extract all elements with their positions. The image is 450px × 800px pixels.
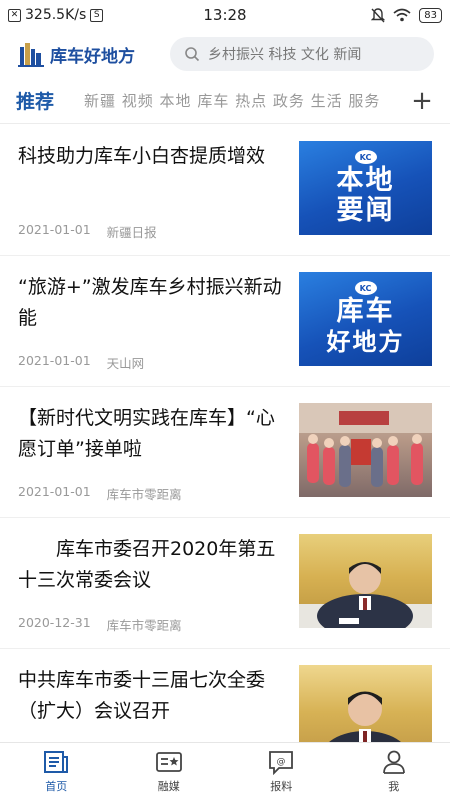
news-title: 库车市委召开2020年第五十三次常委会议 xyxy=(18,538,276,591)
news-date: 2021-01-01 xyxy=(18,484,91,499)
wifi-icon xyxy=(393,8,411,22)
thumbnail-text: 本地 xyxy=(336,165,395,196)
clock: 13:28 xyxy=(203,6,247,24)
notification-x-icon: ✕ xyxy=(8,8,21,22)
news-list: 科技助力库车小白杏提质增效 2021-01-01 新疆日报 KC 本地 要闻 “… xyxy=(0,125,450,780)
app-header: 库车好地方 乡村振兴 科技 文化 新闻 xyxy=(0,30,450,78)
kc-badge-icon: KC xyxy=(354,150,377,164)
add-channel-icon[interactable]: + xyxy=(410,88,434,114)
news-title: 【新时代文明实践在库车】“心愿订单”接单啦 xyxy=(18,407,275,460)
nav-label: 首页 xyxy=(45,780,68,793)
news-item[interactable]: 库车市委召开2020年第五十三次常委会议 2020-12-31 库车市零距离 xyxy=(0,518,450,649)
news-source: 库车市零距离 xyxy=(106,487,182,502)
network-speed: 325.5K/s xyxy=(25,7,87,23)
news-item[interactable]: 科技助力库车小白杏提质增效 2021-01-01 新疆日报 KC 本地 要闻 xyxy=(0,125,450,256)
news-icon xyxy=(44,751,69,773)
thumbnail-text: 库车 xyxy=(336,296,395,327)
thumbnail-text: 好地方 xyxy=(326,327,405,356)
notification-app-icon: S xyxy=(90,8,104,22)
news-photo xyxy=(299,403,432,497)
thumbnail-text: 要闻 xyxy=(336,195,395,226)
news-date: 2021-01-01 xyxy=(18,222,91,237)
nav-label: 我 xyxy=(388,780,400,793)
news-date: 2021-01-01 xyxy=(18,353,91,368)
news-date: 2020-12-31 xyxy=(18,615,91,630)
news-item[interactable]: “旅游+”激发库车乡村振兴新动能 2021-01-01 天山网 KC 库车 好地… xyxy=(0,256,450,387)
mute-bell-icon xyxy=(371,7,386,22)
news-photo xyxy=(299,534,432,628)
nav-media[interactable]: 融媒 xyxy=(113,743,226,800)
kuche-logo-icon xyxy=(18,43,44,67)
nav-report[interactable]: @ 报料 xyxy=(225,743,338,800)
svg-text:@: @ xyxy=(277,757,286,767)
nav-label: 融媒 xyxy=(157,780,180,793)
battery-indicator: 83 xyxy=(419,7,442,23)
news-title: “旅游+”激发库车乡村振兴新动能 xyxy=(18,276,282,329)
news-source: 新疆日报 xyxy=(106,225,157,240)
profile-icon xyxy=(382,750,405,774)
tab-recommend[interactable]: 推荐 xyxy=(16,87,54,114)
channel-tabs: 推荐 新疆 视频 本地 库车 热点 政务 生活 服务 + xyxy=(0,78,450,124)
bottom-nav: 首页 融媒 @ 报料 我 xyxy=(0,742,450,800)
search-icon xyxy=(185,47,200,62)
nav-home[interactable]: 首页 xyxy=(0,743,113,800)
status-bar: ✕ 325.5K/s S 13:28 83 xyxy=(0,0,450,30)
app-logo[interactable]: 库车好地方 xyxy=(16,39,156,69)
meeting-photo-illustration xyxy=(299,562,432,628)
report-chat-icon: @ xyxy=(269,751,294,775)
news-title: 科技助力库车小白杏提质增效 xyxy=(18,145,266,167)
group-photo-illustration xyxy=(299,403,432,487)
kc-badge-icon: KC xyxy=(354,281,377,295)
news-item[interactable]: 【新时代文明实践在库车】“心愿订单”接单啦 2021-01-01 库车市零距离 xyxy=(0,387,450,518)
news-title: 中共库车市委十三届七次全委（扩大）会议召开 xyxy=(18,669,266,722)
news-source: 库车市零距离 xyxy=(106,618,182,633)
news-thumbnail: KC 本地 要闻 xyxy=(299,141,432,235)
nav-me[interactable]: 我 xyxy=(338,743,450,800)
media-card-icon xyxy=(155,752,182,772)
news-source: 天山网 xyxy=(106,356,145,371)
search-bar[interactable]: 乡村振兴 科技 文化 新闻 xyxy=(170,37,434,71)
news-thumbnail: KC 库车 好地方 xyxy=(299,272,432,366)
app-name: 库车好地方 xyxy=(50,46,135,67)
search-placeholder: 乡村振兴 科技 文化 新闻 xyxy=(208,47,362,63)
nav-label: 报料 xyxy=(270,780,293,793)
channel-tabs-scroller[interactable]: 新疆 视频 本地 库车 热点 政务 生活 服务 xyxy=(84,90,410,111)
